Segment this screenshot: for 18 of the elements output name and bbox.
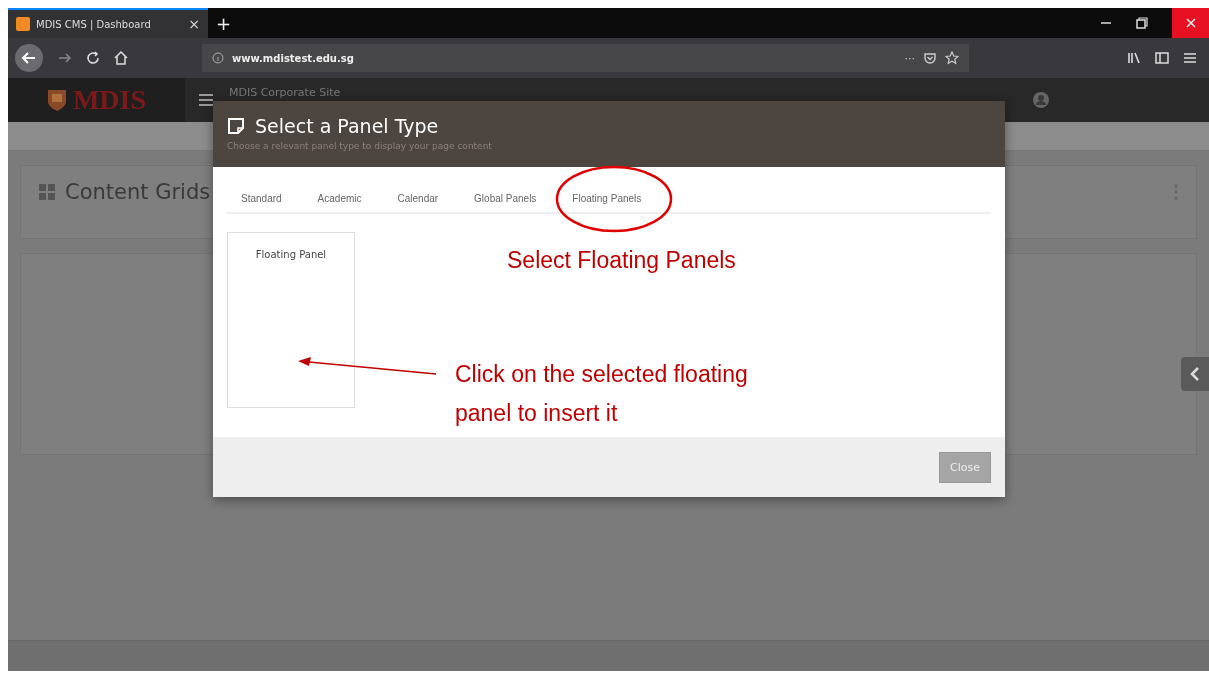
annotation-text: Select Floating Panels (507, 246, 736, 275)
browser-tab[interactable]: MDIS CMS | Dashboard × (8, 8, 208, 38)
dialog-title: Select a Panel Type (255, 115, 439, 137)
panel-type-tab[interactable]: Floating Panels (572, 193, 642, 204)
panel-type-tab[interactable]: Standard (241, 193, 282, 204)
page-title: Content Grids (65, 180, 211, 204)
logo-text: MDIS (72, 84, 147, 116)
close-tab-button[interactable]: × (188, 16, 200, 32)
panel-type-tab[interactable]: Global Panels (474, 193, 537, 204)
address-bar[interactable]: www.mdistest.edu.sg ··· (202, 44, 969, 72)
site-name[interactable]: MDIS Corporate Site (229, 78, 341, 99)
tab-title: MDIS CMS | Dashboard (36, 18, 152, 30)
page-actions-button[interactable]: ··· (904, 51, 915, 65)
annotation-text: Click on the selected floating panel to insert it (455, 360, 749, 428)
panel-option-card[interactable]: Floating Panel (227, 232, 355, 408)
new-tab-button[interactable]: + (208, 8, 240, 38)
panel-type-tab[interactable]: Academic (317, 193, 362, 204)
panel-type-tab[interactable]: Calendar (397, 193, 439, 204)
